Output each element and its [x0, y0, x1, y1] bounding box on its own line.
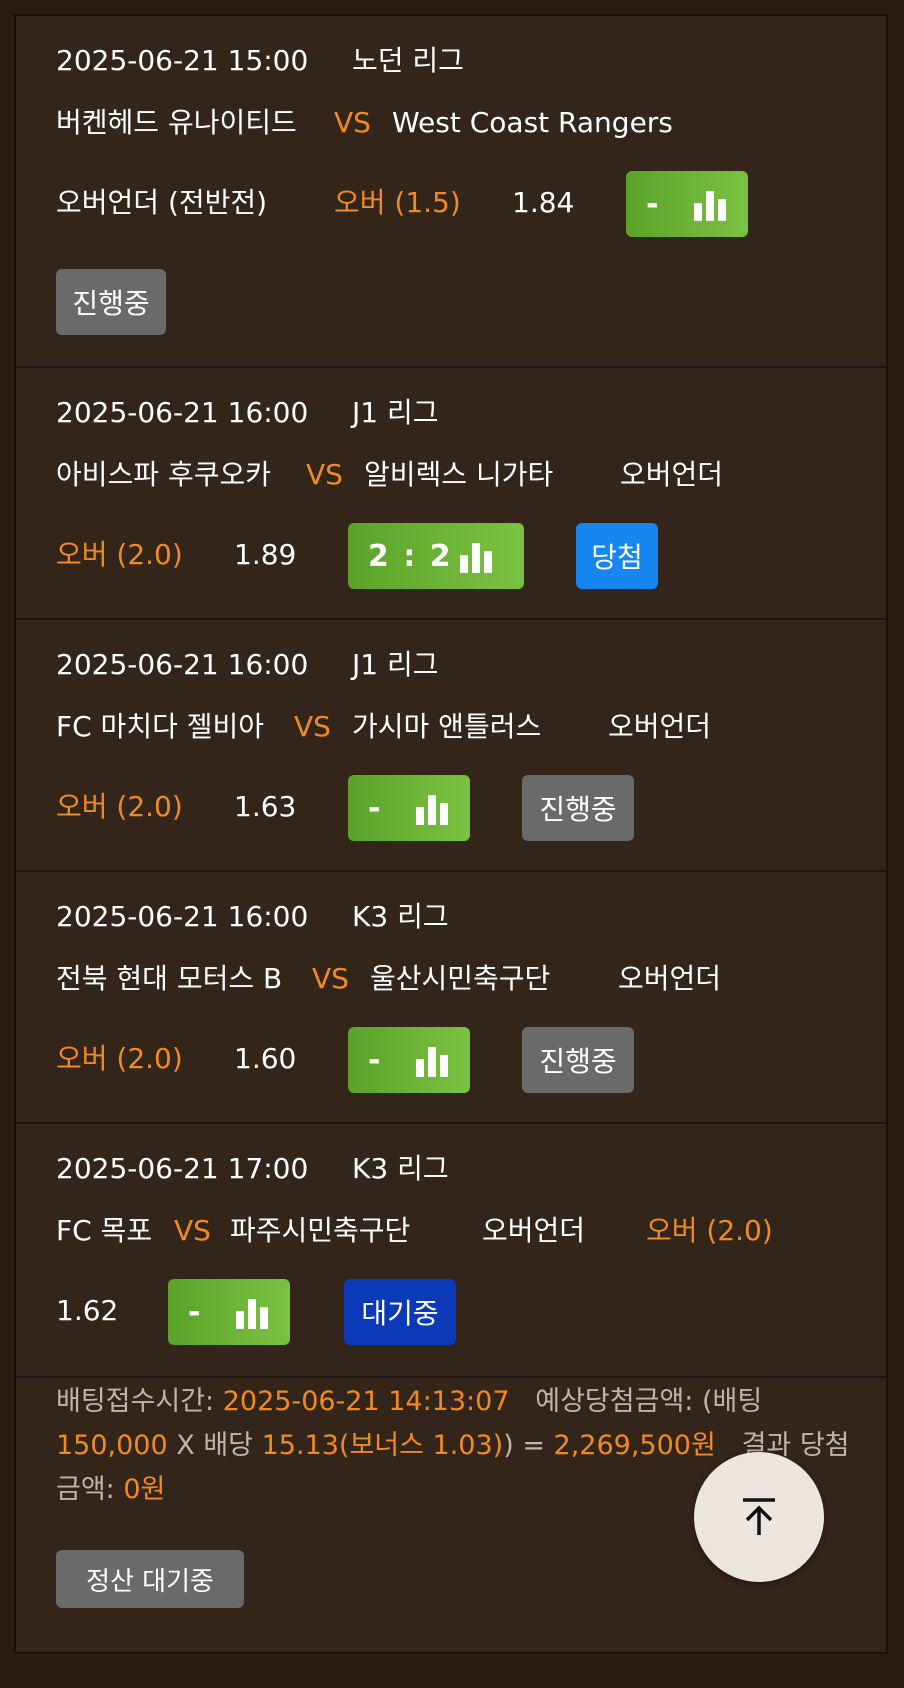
status-badge: 진행중	[522, 775, 634, 841]
home-team: 아비스파 후쿠오카	[56, 458, 271, 491]
away-team: 울산시민축구단	[370, 962, 551, 995]
pick-label: 오버 (2.0)	[56, 538, 183, 571]
away-team: 알비렉스 니가타	[364, 458, 554, 491]
status-badge: 대기중	[344, 1279, 456, 1345]
match-datetime: 2025-06-21 15:00	[56, 44, 309, 77]
expected-label: 예상당첨금액: (배팅	[535, 1386, 763, 1417]
vs-label: VS	[334, 106, 371, 139]
odds-multiplier-label: X 배당	[176, 1430, 254, 1461]
vs-label: VS	[306, 458, 343, 491]
status-badge: 당첨	[576, 523, 658, 589]
result-amount: 0원	[123, 1474, 166, 1505]
score-button[interactable]: 2 : 2	[348, 523, 524, 589]
pick-label: 오버 (1.5)	[334, 186, 461, 219]
home-team: 버켄헤드 유나이티드	[56, 106, 297, 139]
match-datetime: 2025-06-21 16:00	[56, 900, 309, 933]
league-name: J1 리그	[352, 648, 439, 681]
league-name: J1 리그	[352, 396, 439, 429]
vs-label: VS	[174, 1214, 211, 1247]
away-team: West Coast Rangers	[392, 106, 673, 139]
stake-amount: 150,000	[56, 1430, 168, 1461]
market-name: 오버언더	[620, 458, 724, 491]
league-name: K3 리그	[352, 1152, 449, 1185]
score-value: -	[368, 1042, 383, 1078]
score-button[interactable]: -	[348, 1027, 470, 1093]
home-team: FC 마치다 젤비아	[56, 710, 265, 743]
match-datetime: 2025-06-21 16:00	[56, 396, 309, 429]
accept-time-label: 배팅접수시간:	[56, 1386, 215, 1417]
score-value: -	[368, 790, 383, 826]
score-value: -	[188, 1294, 203, 1330]
match-datetime: 2025-06-21 16:00	[56, 648, 309, 681]
odds-value: 1.89	[234, 538, 297, 571]
bar-chart-icon	[416, 1043, 448, 1077]
bet-card: 2025-06-21 17:00 K3 리그 FC 목포 VS 파주시민축구단 …	[16, 1124, 886, 1378]
accept-time-value: 2025-06-21 14:13:07	[222, 1386, 510, 1417]
expected-amount: 2,269,500원	[553, 1430, 716, 1461]
away-team: 가시마 앤틀러스	[352, 710, 542, 743]
status-badge: 진행중	[56, 269, 166, 335]
scroll-to-top-button[interactable]	[694, 1452, 824, 1582]
home-team: 전북 현대 모터스 B	[56, 962, 283, 995]
away-team: 파주시민축구단	[230, 1214, 411, 1247]
pick-label: 오버 (2.0)	[646, 1214, 773, 1247]
market-name: 오버언더	[482, 1214, 586, 1247]
total-odds: 15.13(보너스 1.03)	[261, 1430, 504, 1461]
odds-value: 1.60	[234, 1042, 297, 1075]
odds-value: 1.62	[56, 1294, 119, 1327]
match-datetime: 2025-06-21 17:00	[56, 1152, 309, 1185]
bet-card: 2025-06-21 15:00 노던 리그 버켄헤드 유나이티드 VS Wes…	[16, 16, 886, 368]
vs-label: VS	[294, 710, 331, 743]
bet-card: 2025-06-21 16:00 J1 리그 FC 마치다 젤비아 VS 가시마…	[16, 620, 886, 872]
score-value: -	[646, 186, 661, 222]
status-badge: 진행중	[522, 1027, 634, 1093]
bar-chart-icon	[460, 539, 492, 573]
pick-label: 오버 (2.0)	[56, 790, 183, 823]
score-button[interactable]: -	[348, 775, 470, 841]
score-button[interactable]: -	[168, 1279, 290, 1345]
bar-chart-icon	[694, 187, 726, 221]
score-button[interactable]: -	[626, 171, 748, 237]
market-name: 오버언더	[618, 962, 722, 995]
bet-slip-panel: 2025-06-21 15:00 노던 리그 버켄헤드 유나이티드 VS Wes…	[14, 14, 888, 1654]
equals-sign: ) =	[503, 1430, 545, 1461]
settle-status-button[interactable]: 정산 대기중	[56, 1550, 244, 1608]
pick-label: 오버 (2.0)	[56, 1042, 183, 1075]
market-name: 오버언더 (전반전)	[56, 186, 268, 219]
market-name: 오버언더	[608, 710, 712, 743]
vs-label: VS	[312, 962, 349, 995]
bet-card: 2025-06-21 16:00 J1 리그 아비스파 후쿠오카 VS 알비렉스…	[16, 368, 886, 620]
arrow-up-to-line-icon	[743, 1498, 775, 1535]
bet-card: 2025-06-21 16:00 K3 리그 전북 현대 모터스 B VS 울산…	[16, 872, 886, 1124]
score-value: 2 : 2	[368, 538, 453, 574]
odds-value: 1.63	[234, 790, 297, 823]
bar-chart-icon	[416, 791, 448, 825]
home-team: FC 목포	[56, 1214, 153, 1247]
league-name: 노던 리그	[352, 44, 464, 77]
league-name: K3 리그	[352, 900, 449, 933]
bar-chart-icon	[236, 1295, 268, 1329]
odds-value: 1.84	[512, 186, 575, 219]
